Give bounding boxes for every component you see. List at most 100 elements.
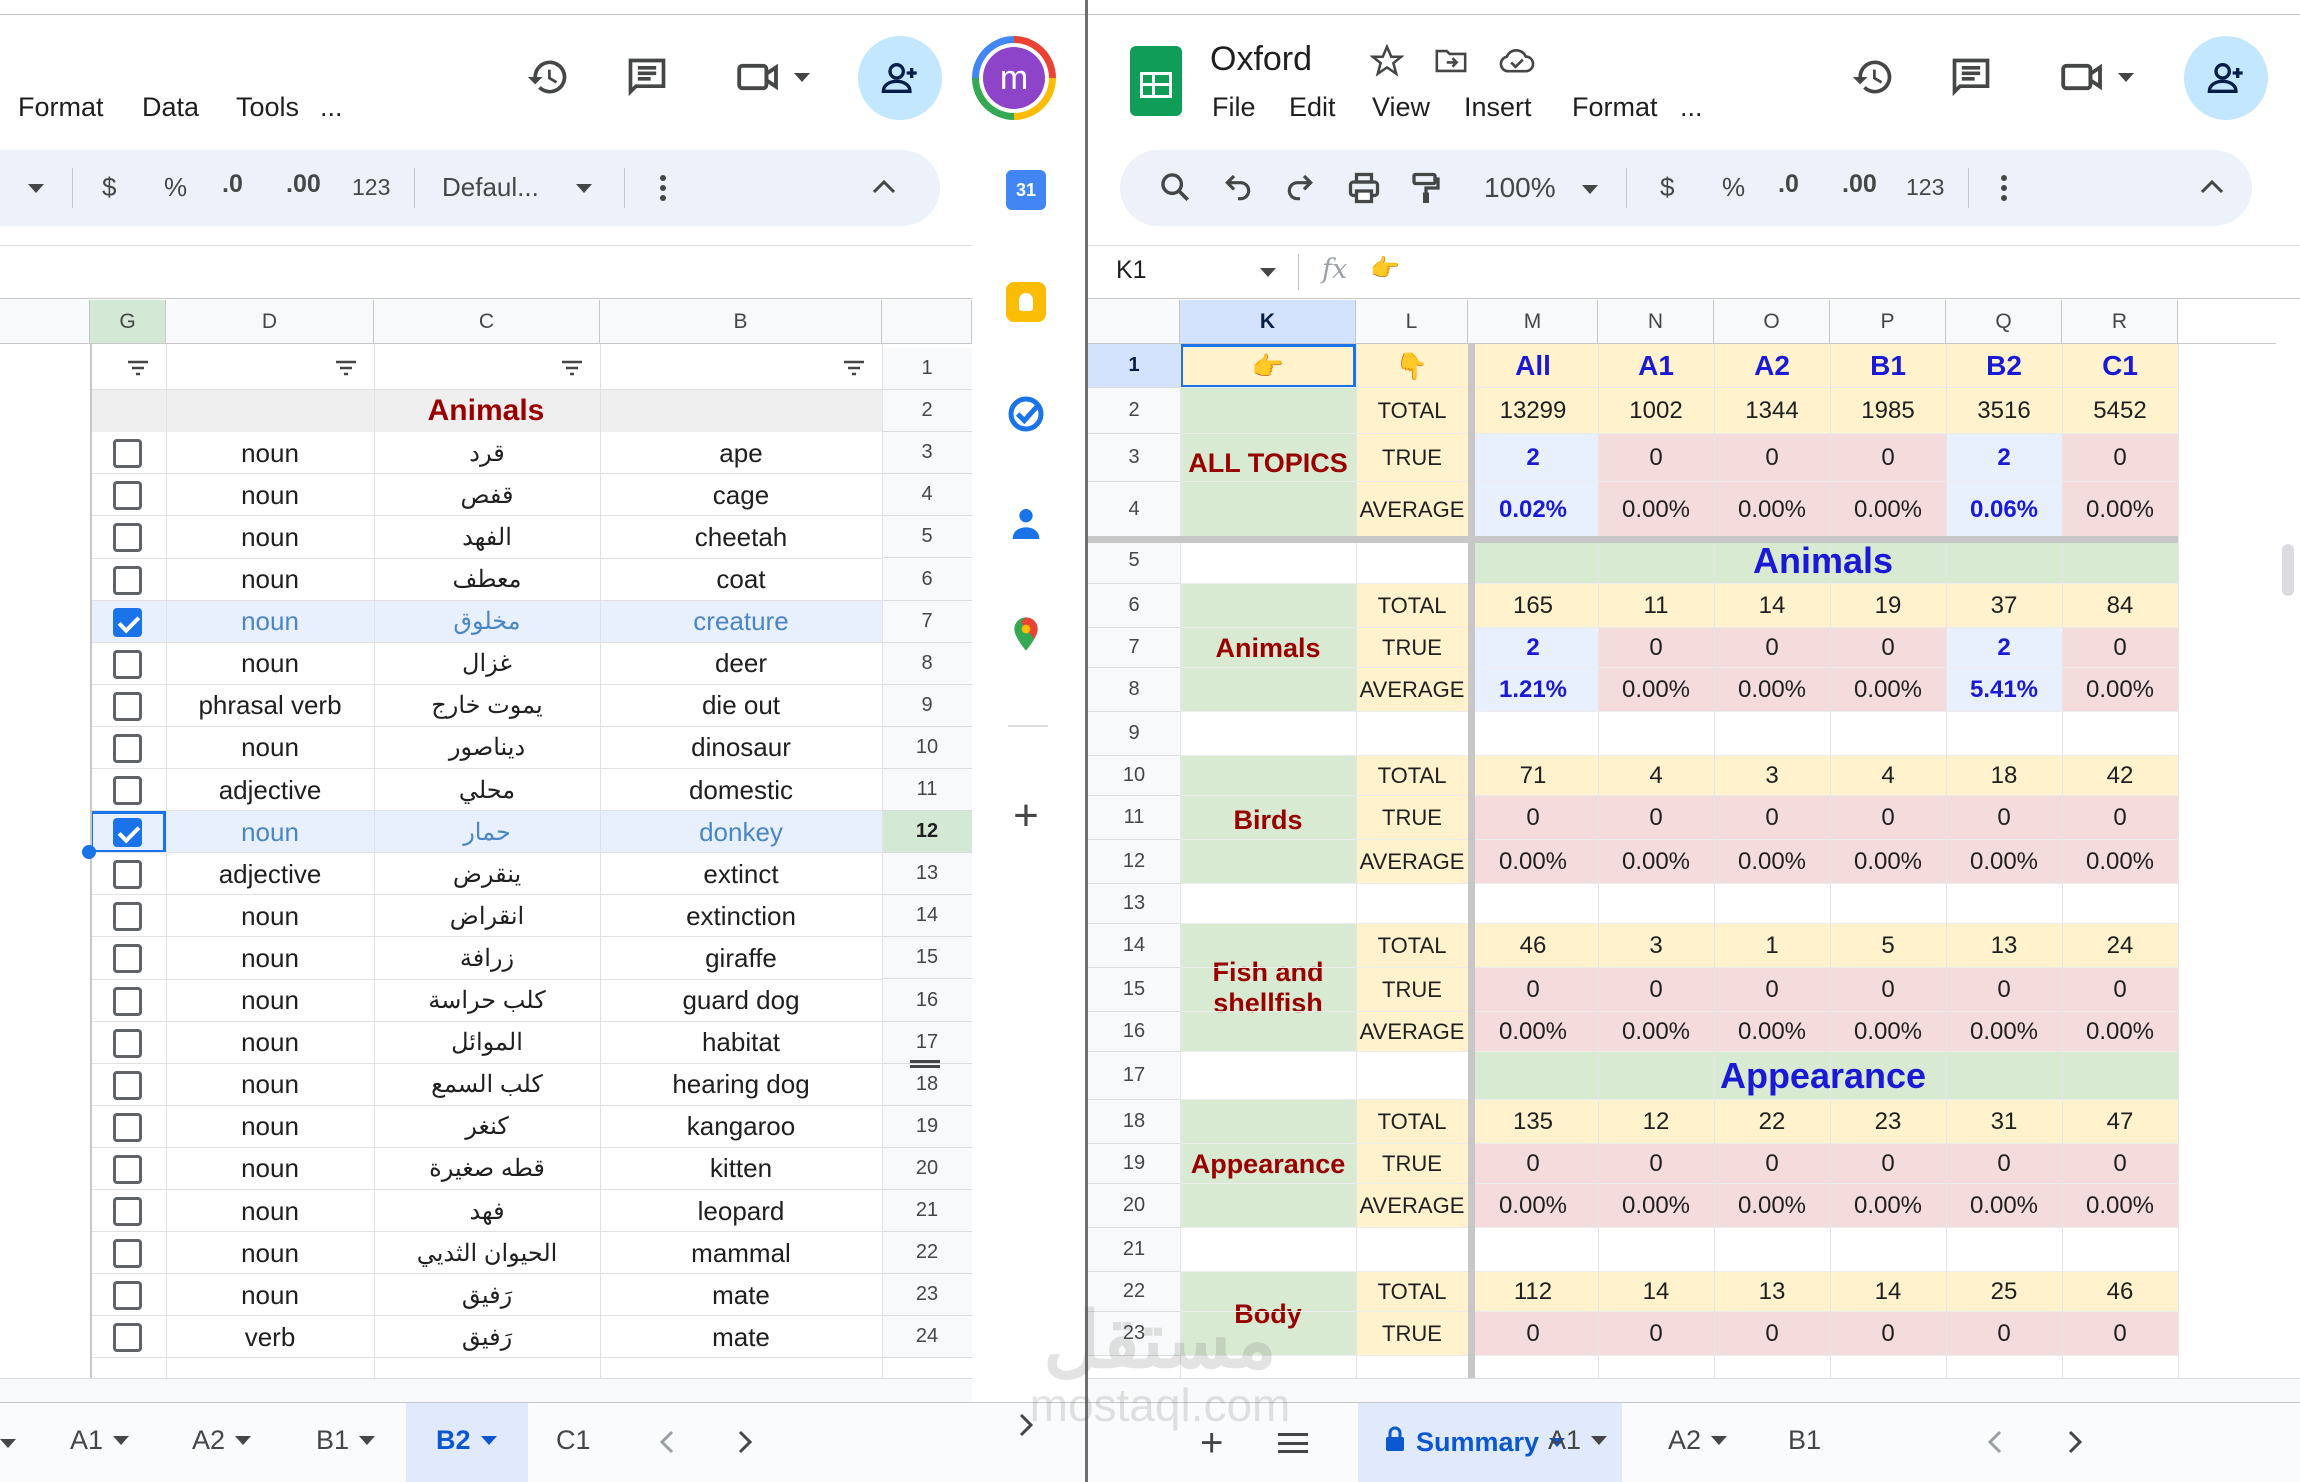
learned-checkbox[interactable] bbox=[113, 944, 142, 974]
star-icon[interactable] bbox=[1370, 44, 1404, 78]
row-number[interactable]: 10 bbox=[882, 726, 972, 769]
checkbox-cell[interactable] bbox=[90, 516, 166, 558]
row-number[interactable]: 2 bbox=[1088, 388, 1180, 434]
learned-checkbox[interactable] bbox=[113, 1197, 142, 1226]
formula-input[interactable]: 👉 bbox=[1370, 254, 1400, 283]
checkbox-cell[interactable] bbox=[90, 474, 166, 516]
sheet-tab-c1[interactable]: C1 bbox=[556, 1425, 591, 1456]
menu-edit[interactable]: Edit bbox=[1289, 92, 1336, 123]
right-grid[interactable]: K L M N O P Q R 1 2 3 4 5 6 7 8 9 10 11 12 13 14 15 16 17 18 19 20 2… bbox=[1088, 300, 2276, 1378]
learned-checkbox[interactable] bbox=[113, 1112, 142, 1142]
checkbox-cell[interactable] bbox=[90, 685, 166, 727]
learned-checkbox[interactable] bbox=[113, 733, 142, 763]
prev-tab-icon[interactable] bbox=[1984, 1427, 2012, 1457]
row-number[interactable]: 10 bbox=[1088, 756, 1180, 796]
selected-cell-k1[interactable]: 👉 bbox=[1180, 344, 1356, 388]
next-tab-icon[interactable] bbox=[732, 1427, 760, 1457]
horizontal-scrollbar[interactable] bbox=[1088, 1378, 2300, 1402]
name-box-caret[interactable] bbox=[1260, 268, 1276, 277]
row-number[interactable]: 17 bbox=[882, 1021, 972, 1064]
comment-icon[interactable] bbox=[614, 50, 680, 104]
frozen-column-divider[interactable] bbox=[1468, 344, 1475, 1378]
menu-tools[interactable]: Tools bbox=[236, 92, 299, 123]
learned-checkbox[interactable] bbox=[113, 1323, 142, 1353]
checkbox-cell[interactable] bbox=[90, 769, 166, 811]
row-number[interactable]: 9 bbox=[1088, 712, 1180, 756]
row-number[interactable]: 22 bbox=[882, 1232, 972, 1275]
checkbox-cell[interactable] bbox=[90, 811, 166, 854]
row-number[interactable]: 19 bbox=[1088, 1144, 1180, 1184]
name-box[interactable]: K1 bbox=[1116, 256, 1147, 285]
row-number[interactable]: 4 bbox=[1088, 482, 1180, 538]
tab-caret[interactable] bbox=[480, 1436, 497, 1445]
learned-checkbox[interactable] bbox=[113, 1239, 142, 1269]
checkbox-cell[interactable] bbox=[90, 727, 166, 769]
decrease-decimal-button[interactable]: .0 bbox=[222, 170, 243, 199]
share-button[interactable] bbox=[858, 36, 942, 120]
checkbox-cell[interactable] bbox=[90, 643, 166, 685]
sheet-tab-b1[interactable]: B1 bbox=[1788, 1425, 1821, 1456]
tab-caret[interactable] bbox=[359, 1436, 376, 1445]
filter-icon[interactable] bbox=[842, 358, 866, 378]
row-number[interactable]: 18 bbox=[882, 1063, 972, 1106]
learned-checkbox[interactable] bbox=[113, 1070, 142, 1100]
vertical-scrollbar[interactable] bbox=[2276, 346, 2300, 1378]
increase-decimal-button[interactable]: .00 bbox=[1842, 170, 1877, 199]
row-number[interactable]: 15 bbox=[882, 937, 972, 980]
menu-more[interactable]: ... bbox=[1680, 92, 1703, 123]
sheet-tab-b1[interactable]: B1 bbox=[316, 1425, 376, 1456]
doc-title[interactable]: Oxford bbox=[1210, 40, 1312, 79]
learned-checkbox[interactable] bbox=[113, 649, 142, 679]
currency-button[interactable]: $ bbox=[1660, 172, 1674, 203]
learned-checkbox[interactable] bbox=[113, 860, 142, 890]
column-header-b[interactable]: B bbox=[600, 300, 882, 344]
checkbox-cell[interactable] bbox=[90, 1190, 166, 1232]
checkbox-cell[interactable] bbox=[90, 432, 166, 474]
filter-icon[interactable] bbox=[560, 358, 584, 378]
row-number[interactable]: 13 bbox=[882, 853, 972, 896]
search-icon[interactable] bbox=[1158, 170, 1192, 204]
tab-caret[interactable] bbox=[1711, 1436, 1728, 1445]
cloud-status-icon[interactable] bbox=[1498, 44, 1536, 78]
row-number[interactable]: 14 bbox=[1088, 924, 1180, 968]
checkbox-cell[interactable] bbox=[90, 559, 166, 601]
learned-checkbox[interactable] bbox=[113, 818, 142, 848]
row-number[interactable]: 8 bbox=[1088, 668, 1180, 712]
menu-format[interactable]: Format bbox=[18, 92, 104, 123]
column-header-l[interactable]: L bbox=[1356, 300, 1468, 344]
row-number[interactable]: 6 bbox=[1088, 584, 1180, 628]
history-icon[interactable] bbox=[515, 50, 581, 104]
row-number[interactable]: 7 bbox=[882, 600, 972, 643]
share-button[interactable] bbox=[2184, 36, 2268, 120]
column-header-m[interactable]: M bbox=[1468, 300, 1598, 344]
column-header-c[interactable]: C bbox=[374, 300, 600, 344]
all-sheets-icon[interactable] bbox=[1278, 1433, 1308, 1453]
percent-button[interactable]: % bbox=[164, 172, 187, 203]
row-number[interactable]: 15 bbox=[1088, 968, 1180, 1012]
meet-icon[interactable] bbox=[728, 50, 818, 104]
learned-checkbox[interactable] bbox=[113, 523, 142, 553]
row-number[interactable]: 19 bbox=[882, 1105, 972, 1148]
font-selector[interactable]: Defaul... bbox=[442, 172, 539, 203]
frozen-row-divider[interactable] bbox=[1088, 536, 2178, 543]
row-number[interactable]: 14 bbox=[882, 895, 972, 938]
column-header-q[interactable]: Q bbox=[1946, 300, 2062, 344]
tasks-icon[interactable] bbox=[1004, 392, 1048, 436]
row-number[interactable]: 5 bbox=[1088, 538, 1180, 584]
row-number[interactable]: 1 bbox=[882, 348, 972, 391]
learned-checkbox[interactable] bbox=[113, 1281, 142, 1311]
checkbox-cell[interactable] bbox=[90, 1148, 166, 1190]
column-header-d[interactable]: D bbox=[166, 300, 374, 344]
more-vert-icon[interactable] bbox=[2001, 175, 2007, 181]
menu-view[interactable]: View bbox=[1372, 92, 1430, 123]
keep-icon[interactable] bbox=[1006, 282, 1046, 322]
number-format-button[interactable]: 123 bbox=[352, 174, 390, 201]
learned-checkbox[interactable] bbox=[113, 1028, 142, 1058]
column-header-g[interactable]: G bbox=[90, 300, 166, 344]
undo-icon[interactable] bbox=[1222, 172, 1254, 204]
menu-file[interactable]: File bbox=[1212, 92, 1256, 123]
next-tab-icon[interactable] bbox=[2062, 1427, 2090, 1457]
checkbox-cell[interactable] bbox=[90, 1232, 166, 1274]
increase-decimal-button[interactable]: .00 bbox=[286, 170, 321, 199]
column-header-n[interactable]: N bbox=[1598, 300, 1714, 344]
